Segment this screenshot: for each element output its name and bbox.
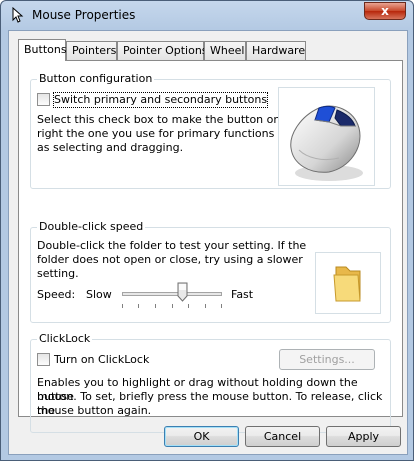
ok-button[interactable]: OK (164, 426, 239, 447)
tab-pointers[interactable]: Pointers (66, 41, 117, 60)
title-bar[interactable]: Mouse Properties x (1, 1, 413, 29)
window-title: Mouse Properties (32, 8, 136, 22)
button-config-description-line-1: Select this check box to make the button… (37, 113, 302, 126)
mouse-pointer-icon (10, 6, 26, 23)
clicklock-title: ClickLock (37, 332, 93, 345)
double-click-description-line-2: folder does not open or close, try using… (37, 253, 303, 266)
apply-button[interactable]: Apply (326, 426, 401, 447)
clicklock-group: ClickLock Turn on ClickLock Settings... … (30, 332, 391, 433)
fast-label: Fast (231, 288, 254, 301)
switch-buttons-checkbox[interactable] (37, 93, 50, 106)
button-configuration-title: Button configuration (37, 72, 155, 85)
folder-icon[interactable] (316, 253, 380, 313)
tab-hardware[interactable]: Hardware (246, 41, 306, 60)
clicklock-description-line-3: mouse button again. (37, 404, 152, 417)
slider-tick (205, 304, 206, 308)
mouse-properties-window: Mouse Properties x Buttons Pointers Poin… (0, 0, 414, 461)
tab-wheel[interactable]: Wheel (204, 41, 246, 60)
speed-label: Speed: (37, 288, 76, 301)
button-config-description-line-2: right the one you use for primary functi… (37, 127, 304, 140)
slider-tick (122, 304, 123, 308)
mouse-preview (278, 87, 375, 186)
slider-tick (138, 304, 139, 308)
clicklock-label[interactable]: Turn on ClickLock (54, 353, 149, 367)
tab-pointer-options[interactable]: Pointer Options (117, 41, 208, 60)
switch-buttons-label[interactable]: Switch primary and secondary buttons (52, 92, 269, 108)
double-click-speed-group: Double-click speed Double-click the fold… (30, 220, 391, 323)
mouse-illustration (290, 105, 363, 181)
test-folder-area[interactable] (315, 252, 381, 314)
double-click-speed-slider-thumb[interactable] (177, 282, 188, 302)
button-config-description-line-3: as selecting and dragging. (37, 141, 184, 154)
slider-tick (188, 304, 189, 308)
buttons-tab-panel: Button configuration Switch primary and … (18, 60, 403, 433)
double-click-description-line-3: setting. (37, 267, 79, 280)
tab-buttons[interactable]: Buttons (18, 39, 67, 61)
clicklock-settings-button[interactable]: Settings... (279, 349, 375, 370)
dialog-client: Buttons Pointers Pointer Options Wheel H… (8, 30, 408, 455)
slow-label: Slow (86, 288, 112, 301)
slider-tick (172, 304, 173, 308)
double-click-speed-title: Double-click speed (37, 220, 146, 233)
double-click-description-line-1: Double-click the folder to test your set… (37, 239, 307, 252)
button-configuration-group: Button configuration Switch primary and … (30, 72, 391, 189)
clicklock-checkbox[interactable] (37, 353, 50, 366)
close-button[interactable]: x (364, 2, 406, 20)
double-click-speed-slider-track[interactable] (122, 292, 222, 296)
slider-tick (221, 304, 222, 308)
slider-tick (155, 304, 156, 308)
cancel-button[interactable]: Cancel (245, 426, 320, 447)
